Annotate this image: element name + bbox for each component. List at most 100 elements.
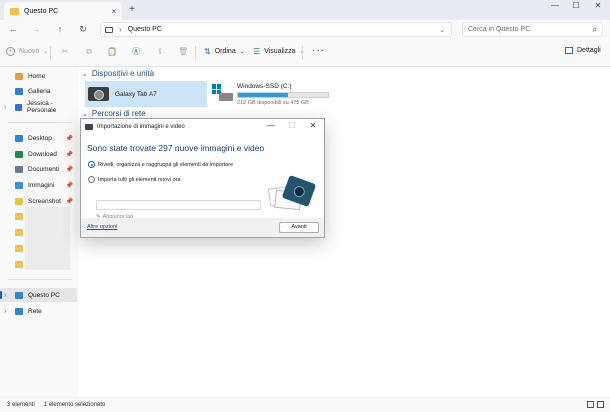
- view-toggle: [587, 401, 604, 408]
- pin-icon: 📌: [65, 135, 73, 142]
- pc-icon: [105, 26, 113, 33]
- share-icon[interactable]: ⇪: [155, 47, 165, 57]
- sidebar-item-label: Immagini: [28, 181, 55, 189]
- sidebar-item-label: Galleria: [28, 87, 51, 95]
- sidebar-item-network[interactable]: › Rete: [0, 304, 77, 318]
- sidebar-item-onedrive[interactable]: › Jessica - Personale: [0, 100, 77, 114]
- more-options-icon[interactable]: ···: [312, 45, 325, 56]
- dialog-close-button[interactable]: ✕: [307, 121, 319, 131]
- address-dropdown-icon[interactable]: ⌄: [439, 26, 445, 34]
- dialog-heading: Sono state trovate 297 nuove immagini e …: [87, 143, 265, 153]
- address-row: ← → ↑ ↻ › Questo PC ⌄ ⌕: [0, 20, 610, 39]
- back-button[interactable]: ←: [7, 23, 19, 35]
- rename-icon[interactable]: Ⓐ: [131, 47, 141, 57]
- search-icon[interactable]: ⌕: [593, 25, 597, 35]
- breadcrumb[interactable]: Questo PC: [128, 26, 162, 33]
- folder-icon: [15, 228, 23, 236]
- toolbar-divider: [302, 46, 303, 60]
- new-tab-button[interactable]: +: [127, 4, 137, 15]
- details-pane-icon: [565, 47, 573, 54]
- folder-icon: [15, 212, 23, 220]
- sidebar-divider: [8, 279, 72, 280]
- drive-c[interactable]: Windows-SSD (C:) 212 GB disponibili su 4…: [212, 82, 332, 108]
- onedrive-icon: [15, 103, 23, 111]
- folder-icon: [15, 260, 23, 268]
- group-header-devices[interactable]: ⌄ Dispositivi e unità: [82, 69, 154, 78]
- group-header-network[interactable]: ⌄ Percorsi di rete: [82, 109, 146, 118]
- tiles-view-icon[interactable]: [597, 401, 604, 408]
- details-view-icon[interactable]: [587, 401, 594, 408]
- dialog-footer: Altre opzioni Avanti: [81, 218, 324, 237]
- address-bar[interactable]: › Questo PC ⌄: [100, 22, 452, 37]
- navigation-pane: Home Galleria › Jessica - Personale Desk…: [0, 67, 78, 397]
- sidebar-item-label: Download: [28, 150, 57, 158]
- dialog-body: Sono state trovate 297 nuove immagini e …: [81, 134, 324, 220]
- pin-icon: 📌: [65, 182, 73, 189]
- refresh-button[interactable]: ↻: [77, 23, 89, 35]
- delete-icon[interactable]: 🗑: [178, 47, 188, 57]
- sidebar-item-gallery[interactable]: Galleria: [0, 84, 77, 98]
- copy-icon[interactable]: ⧉: [84, 47, 94, 57]
- dialog-minimize-button[interactable]: —: [265, 121, 277, 131]
- more-options-link[interactable]: Altre opzioni: [87, 224, 117, 230]
- device-label: Galaxy Tab A7: [115, 90, 157, 98]
- chevron-down-icon: ⌄: [43, 49, 49, 55]
- chevron-down-icon: ⌄: [82, 110, 88, 118]
- drive-usage-fill: [238, 93, 288, 97]
- desktop-icon: [15, 134, 23, 142]
- cut-icon[interactable]: ✂: [60, 47, 70, 57]
- search-box[interactable]: ⌕: [462, 22, 603, 37]
- expand-chevron-icon[interactable]: ›: [4, 104, 6, 111]
- expand-chevron-icon[interactable]: ›: [4, 308, 6, 315]
- tab-close-icon[interactable]: ×: [109, 7, 119, 16]
- drive-usage-bar: [237, 92, 329, 98]
- sidebar-item-this-pc[interactable]: › Questo PC: [0, 288, 77, 302]
- sidebar-item-documents[interactable]: Documenti 📌: [0, 162, 77, 176]
- option-import-all[interactable]: Importa tutti gli elementi nuovi ora: [88, 176, 181, 183]
- new-button[interactable]: + Nuovo ⌄: [6, 47, 48, 56]
- dialog-maximize-button[interactable]: ☐: [286, 121, 298, 131]
- sidebar-item-screenshot[interactable]: Screenshot 📌: [0, 194, 77, 208]
- sidebar-item-pictures[interactable]: Immagini 📌: [0, 178, 77, 192]
- radio-review[interactable]: [88, 161, 95, 168]
- chevron-down-icon: ⌄: [239, 49, 245, 55]
- toolbar-divider: [195, 46, 196, 60]
- camera-icon: [85, 123, 93, 130]
- forward-button[interactable]: →: [30, 23, 42, 35]
- folder-icon: [10, 7, 19, 15]
- window-close-button[interactable]: ✕: [589, 0, 607, 12]
- device-galaxy-tab[interactable]: Galaxy Tab A7: [85, 81, 207, 107]
- paste-icon[interactable]: 📋: [107, 47, 117, 57]
- sidebar-item-home[interactable]: Home: [0, 69, 77, 83]
- drive-name: Windows-SSD (C:): [237, 83, 292, 90]
- sidebar-redacted-area: [25, 207, 70, 270]
- tab-questo-pc[interactable]: Questo PC ×: [4, 2, 122, 20]
- search-input[interactable]: [468, 26, 588, 33]
- pin-icon: 📌: [65, 198, 73, 205]
- maximize-button[interactable]: ☐: [567, 0, 585, 12]
- sidebar-item-label: Questo PC: [28, 291, 60, 299]
- view-button[interactable]: ☰ Visualizza ⌄: [253, 47, 305, 56]
- option-import-all-label: Importa tutti gli elementi nuovi ora: [98, 176, 181, 183]
- sidebar-item-download[interactable]: Download 📌: [0, 147, 77, 161]
- breadcrumb-chevron-icon[interactable]: ›: [119, 25, 122, 34]
- sort-button[interactable]: ⇅ Ordina ⌄: [204, 47, 245, 56]
- selection-count: 1 elemento selezionato: [43, 402, 106, 408]
- import-dialog: Importazione di immagini e video — ☐ ✕ S…: [80, 118, 325, 238]
- details-button[interactable]: Dettagli: [565, 47, 601, 54]
- sidebar-item-label: Documenti: [28, 165, 60, 173]
- up-button[interactable]: ↑: [54, 23, 66, 35]
- sidebar-item-label: Home: [28, 72, 46, 80]
- tag-input[interactable]: [96, 200, 261, 210]
- gallery-icon: [15, 87, 23, 95]
- folder-icon: [15, 197, 23, 205]
- option-review[interactable]: Rivedi, organizza e raggruppa gli elemen…: [88, 161, 233, 168]
- documents-icon: [15, 165, 23, 173]
- expand-chevron-icon[interactable]: ›: [4, 292, 6, 299]
- radio-import-all[interactable]: [88, 176, 95, 183]
- minimize-button[interactable]: —: [546, 0, 564, 12]
- windows-drive-icon: [212, 84, 234, 102]
- next-button[interactable]: Avanti: [279, 222, 319, 233]
- sidebar-item-label: Jessica - Personale: [27, 100, 57, 114]
- sidebar-item-desktop[interactable]: Desktop 📌: [0, 131, 77, 145]
